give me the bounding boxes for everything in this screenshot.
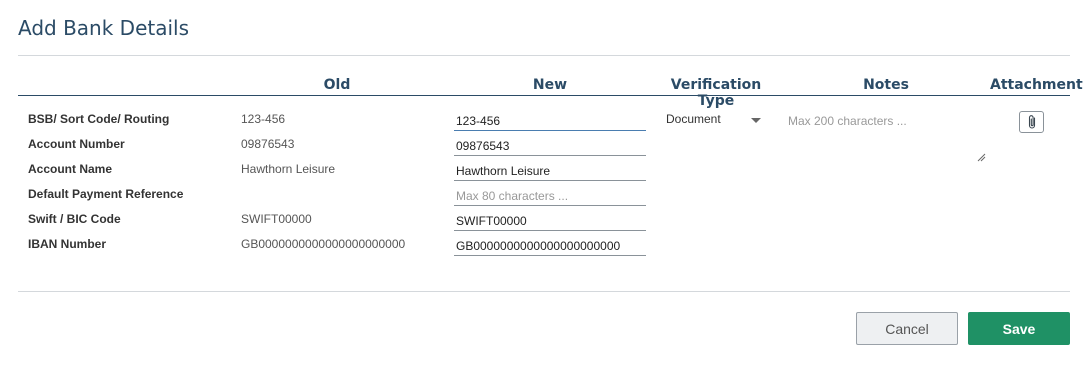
old-bsb-sort-code: 123-456 [241,112,286,126]
label-account-name: Account Name [28,162,113,176]
old-iban-number: GB0000000000000000000000 [241,237,406,251]
new-swift-bic-code-input[interactable] [454,210,646,231]
new-account-name-input[interactable] [454,160,646,181]
save-button[interactable]: Save [968,312,1070,345]
label-account-number: Account Number [28,137,125,151]
cancel-button[interactable]: Cancel [856,312,958,345]
verification-type-select[interactable]: Document [662,110,770,130]
label-default-payment-reference: Default Payment Reference [28,187,184,201]
title-divider [18,55,1070,56]
old-swift-bic-code: SWIFT00000 [241,212,312,226]
new-account-number-input[interactable] [454,135,646,156]
attachment-button[interactable] [1019,111,1044,133]
label-iban-number: IBAN Number [28,237,107,251]
new-default-payment-reference-input[interactable] [454,185,646,206]
label-bsb-sort-code: BSB/ Sort Code/ Routing [28,112,170,126]
column-header-notes: Notes [863,77,909,93]
verification-type-value: Document [666,112,721,126]
old-account-number: 09876543 [241,137,295,151]
header-rule [18,95,1070,96]
page-title: Add Bank Details [18,16,190,40]
paperclip-icon [1028,115,1035,129]
column-header-new: New [532,77,568,93]
column-header-old: Old [323,77,351,93]
footer-divider [18,291,1070,292]
chevron-down-icon [751,118,761,123]
resize-grip-icon[interactable] [976,152,986,162]
old-account-name: Hawthorn Leisure [241,162,336,176]
column-header-attachment: Attachment [990,77,1083,93]
add-bank-details-dialog: Add Bank Details Old New Verification Ty… [0,0,1088,391]
label-swift-bic-code: Swift / BIC Code [28,212,121,226]
column-header-verification-type: Verification Type [670,77,762,109]
new-iban-number-input[interactable] [454,235,646,256]
new-bsb-sort-code-input[interactable] [454,110,646,131]
notes-textarea[interactable] [784,110,988,164]
